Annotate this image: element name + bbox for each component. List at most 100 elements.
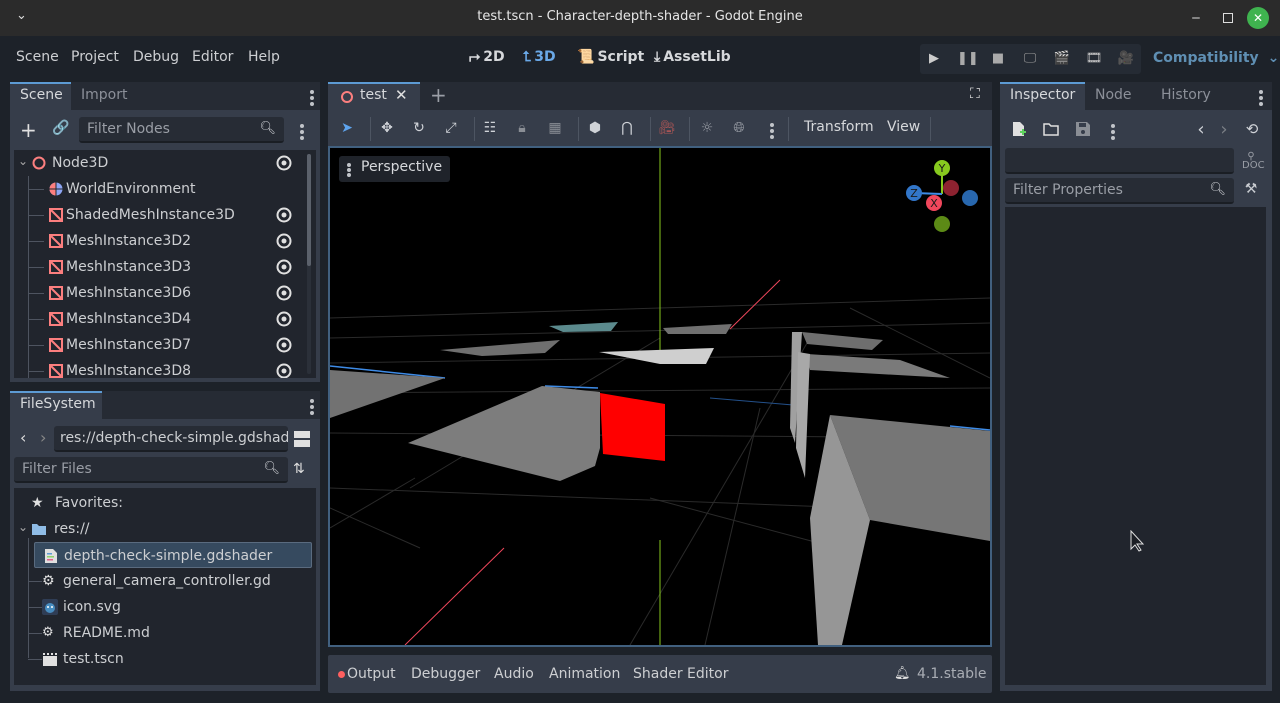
visibility-eye-icon[interactable] [276, 363, 292, 378]
preview-settings-menu-icon[interactable] [769, 121, 775, 141]
bottom-tab-output[interactable]: Output [347, 666, 396, 682]
file-row-test-tscn[interactable]: test.tscn [14, 646, 314, 672]
visibility-eye-icon[interactable] [276, 233, 292, 249]
workspace-script-button[interactable]: 📜 Script [577, 49, 644, 65]
tab-filesystem[interactable]: FileSystem [10, 391, 102, 419]
workspace-3d-button[interactable]: ⮤ 3D [523, 49, 556, 65]
menu-debug[interactable]: Debug [133, 49, 179, 65]
local-space-cube-icon[interactable]: ⬢ [586, 119, 604, 137]
transform-menu[interactable]: Transform [804, 119, 874, 135]
group-icon[interactable]: ▦ [546, 119, 564, 137]
perspective-menu-button[interactable]: Perspective [339, 156, 451, 182]
menu-editor[interactable]: Editor [192, 49, 233, 65]
property-tools-icon[interactable]: ⚒ [1242, 181, 1260, 199]
object-selector-field[interactable] [1005, 148, 1234, 174]
version-label[interactable]: 4.1.stable [917, 666, 986, 682]
pause-icon[interactable]: ❚❚ [957, 50, 979, 68]
scene-tree-scrollbar-thumb[interactable] [307, 154, 311, 266]
visibility-eye-icon[interactable] [276, 337, 292, 353]
filter-files-input[interactable]: Filter Files 🔍︎ [14, 457, 288, 483]
3d-viewport[interactable]: Perspective Y Z X [328, 146, 992, 647]
tree-node-meshinstance3d3[interactable]: MeshInstance3D3 [14, 254, 304, 280]
scale-mode-icon[interactable]: ⤢ [442, 119, 460, 137]
menu-help[interactable]: Help [248, 49, 280, 65]
scene-tree-scrollbar-track[interactable] [307, 154, 311, 374]
favorites-row[interactable]: ★ Favorites: [14, 490, 314, 516]
update-spinner-icon[interactable]: 🔔︎ [894, 666, 911, 681]
history-forward-icon[interactable]: › [1215, 119, 1233, 140]
visibility-eye-icon[interactable] [276, 259, 292, 275]
snap-icon[interactable]: ⋂ [618, 119, 636, 137]
new-resource-icon[interactable] [1010, 121, 1028, 139]
tab-inspector[interactable]: Inspector [1000, 82, 1085, 110]
stop-icon[interactable]: ■ [989, 50, 1007, 68]
filesystem-dock-menu-icon[interactable] [309, 397, 315, 417]
tree-node-meshinstance3d4[interactable]: MeshInstance3D4 [14, 306, 304, 332]
scene-dock-menu-icon[interactable] [309, 88, 315, 108]
view-menu[interactable]: View [887, 119, 920, 135]
file-row-icon-svg[interactable]: icon.svg [14, 594, 314, 620]
tree-node-meshinstance3d8[interactable]: MeshInstance3D8 [14, 358, 304, 378]
sun-preview-icon[interactable]: ☼ [698, 119, 716, 137]
camera-preview-icon[interactable]: 🎥︎ [658, 119, 676, 137]
res-root-row[interactable]: ⌄ res:// [14, 516, 314, 542]
resource-options-icon[interactable] [1110, 122, 1116, 142]
bottom-tab-shader-editor[interactable]: Shader Editor [633, 666, 728, 682]
tree-node-meshinstance3d6[interactable]: MeshInstance3D6 [14, 280, 304, 306]
tree-node-meshinstance3d7[interactable]: MeshInstance3D7 [14, 332, 304, 358]
save-icon[interactable] [1074, 121, 1092, 139]
history-forward-icon[interactable]: › [40, 428, 46, 447]
file-row-general-camera-controller[interactable]: ⚙ general_camera_controller.gd [14, 568, 314, 594]
list-select-icon[interactable]: ☷ [481, 119, 499, 137]
tree-node-shadedmeshinstance3d[interactable]: ShadedMeshInstance3D [14, 202, 304, 228]
object-history-icon[interactable]: ⟲ [1243, 120, 1261, 138]
add-scene-tab-icon[interactable]: + [430, 83, 447, 107]
tab-scene[interactable]: Scene [10, 82, 71, 110]
open-folder-icon[interactable] [1042, 121, 1060, 139]
workspace-assetlib-button[interactable]: ⤓ AssetLib [654, 49, 731, 65]
maximize-button[interactable] [1216, 6, 1240, 30]
play-scene-icon[interactable]: 🎬 [1053, 50, 1071, 68]
menu-project[interactable]: Project [71, 49, 119, 65]
filesystem-path-field[interactable]: res://depth-check-simple.gdshad [54, 426, 288, 452]
inspector-dock-menu-icon[interactable] [1258, 88, 1264, 108]
add-node-icon[interactable]: + [20, 118, 37, 142]
environment-preview-icon[interactable]: 🌐︎ [730, 119, 748, 137]
tree-node-node3d[interactable]: ⌄ Node3D [14, 150, 304, 176]
tab-import[interactable]: Import [71, 82, 151, 110]
instance-scene-link-icon[interactable]: 🔗 [52, 120, 69, 136]
view-gizmo[interactable]: Y Z X [902, 156, 982, 236]
tree-node-meshinstance3d2[interactable]: MeshInstance3D2 [14, 228, 304, 254]
split-view-toggle-icon[interactable] [294, 431, 310, 447]
remote-debug-icon[interactable]: 🖵 [1021, 50, 1039, 68]
tree-node-worldenvironment[interactable]: WorldEnvironment [14, 176, 304, 202]
play-custom-scene-icon[interactable]: 🎞 [1085, 50, 1103, 68]
renderer-selector[interactable]: Compatibility ⌄ [1153, 50, 1279, 66]
move-mode-icon[interactable]: ✥ [378, 119, 396, 137]
bottom-tab-debugger[interactable]: Debugger [411, 666, 480, 682]
tab-node[interactable]: Node [1085, 82, 1151, 110]
visibility-eye-icon[interactable] [276, 155, 292, 171]
visibility-eye-icon[interactable] [276, 285, 292, 301]
file-row-depth-check-simple[interactable]: depth-check-simple.gdshader [34, 542, 312, 568]
bottom-tab-animation[interactable]: Animation [549, 666, 620, 682]
visibility-eye-icon[interactable] [276, 311, 292, 327]
close-button[interactable]: ✕ [1247, 7, 1269, 29]
open-docs-icon[interactable]: ⚲ DOC [1242, 152, 1265, 171]
movie-maker-icon[interactable]: 🎥 [1117, 50, 1135, 68]
distraction-free-toggle-icon[interactable]: ⛶ [970, 86, 980, 102]
lock-icon[interactable]: 🔒︎ [513, 119, 531, 137]
sort-icon[interactable]: ⇅ [293, 461, 305, 477]
minimize-button[interactable]: ‒ [1184, 6, 1208, 30]
close-tab-icon[interactable]: ✕ [395, 86, 408, 104]
collapse-chevron-icon[interactable]: ⌄ [18, 520, 28, 534]
filter-properties-input[interactable]: Filter Properties 🔍︎ [1005, 178, 1234, 204]
play-icon[interactable]: ▶ [925, 50, 943, 68]
file-row-readme[interactable]: ⚙ README.md [14, 620, 314, 646]
tab-history[interactable]: History [1151, 82, 1231, 110]
menu-scene[interactable]: Scene [16, 49, 59, 65]
filter-nodes-input[interactable]: Filter Nodes 🔍︎ [79, 117, 284, 143]
history-back-icon[interactable]: ‹ [20, 428, 26, 447]
history-back-icon[interactable]: ‹ [1192, 119, 1210, 140]
visibility-eye-icon[interactable] [276, 207, 292, 223]
